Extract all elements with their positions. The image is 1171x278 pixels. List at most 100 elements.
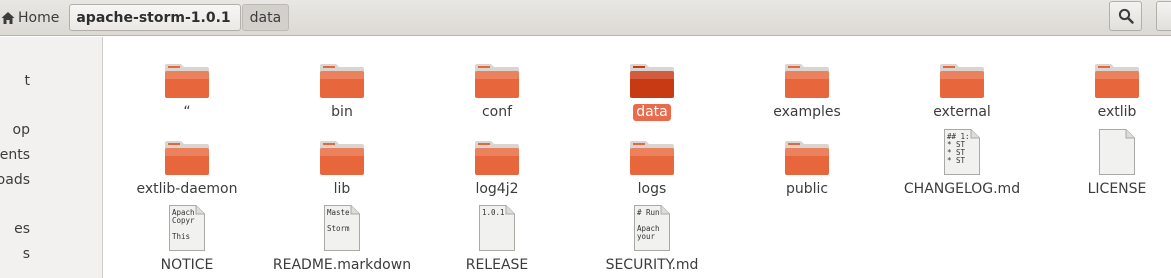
text-file-icon: ApachCopyrThis [169, 205, 205, 251]
folder-icon [785, 64, 829, 98]
folder-icon [630, 64, 674, 98]
folder-icon [940, 64, 984, 98]
sidebar-item-documents[interactable]: ments [0, 147, 30, 163]
file-item[interactable]: Maste Storm README.markdown [267, 202, 417, 274]
item-icon [317, 49, 367, 99]
item-icon [782, 49, 832, 99]
file-preview-line: Storm [327, 224, 350, 233]
folder-item[interactable]: extlib-daemon [112, 126, 262, 198]
text-file-icon: ## 1: * ST * ST * ST [944, 129, 980, 175]
item-label: extlib-daemon [136, 181, 238, 197]
item-icon [162, 126, 212, 176]
folder-icon [475, 64, 519, 98]
item-icon [317, 126, 367, 176]
file-preview-line: your [637, 232, 656, 241]
sidebar-item-downloads[interactable]: oads [0, 172, 30, 188]
text-file-icon: # RunApachyour [634, 205, 670, 251]
item-label: extlib [1097, 104, 1137, 120]
item-icon: # Run Apach your [627, 202, 677, 252]
breadcrumb-home-label: Home [18, 9, 60, 26]
item-label: “ [183, 104, 191, 120]
folder-icon [320, 141, 364, 175]
file-preview-line: # Run [637, 208, 660, 217]
item-label: SECURITY.md [605, 257, 699, 273]
file-item[interactable]: ## 1: * ST * ST * ST CHANGELOG.md [887, 126, 1037, 198]
folder-icon [320, 64, 364, 98]
sidebar-item-desktop[interactable]: op [13, 122, 30, 138]
breadcrumb-current-label: apache-storm-1.0.1 [76, 9, 231, 26]
breadcrumb-data-label: data [249, 9, 282, 26]
sidebar-item-label: t [24, 73, 31, 89]
folder-icon [1095, 64, 1139, 98]
breadcrumb-current[interactable]: apache-storm-1.0.1 [69, 4, 241, 31]
folder-item[interactable]: logs [577, 126, 727, 198]
breadcrumb-data[interactable]: data [241, 4, 290, 31]
item-icon [627, 126, 677, 176]
file-item[interactable]: Apach Copyr This NOTICE [112, 202, 262, 274]
sidebar-item-label: op [12, 122, 30, 138]
file-preview-line: Copyr [172, 216, 195, 225]
view-menu-button[interactable] [1156, 1, 1171, 31]
item-label: README.markdown [272, 257, 412, 273]
item-label: bin [331, 104, 353, 120]
file-preview-line: This [172, 232, 190, 241]
folder-icon [165, 64, 209, 98]
item-icon [1092, 49, 1142, 99]
item-label: CHANGELOG.md [903, 181, 1021, 197]
item-icon [782, 126, 832, 176]
item-icon [1092, 126, 1142, 176]
file-manager-window: Home apache-storm-1.0.1 data t op ments … [0, 0, 1171, 278]
file-item[interactable]: 1.0.1 RELEASE [422, 202, 572, 274]
breadcrumb-home[interactable]: Home [0, 4, 69, 31]
folder-item[interactable]: conf [422, 49, 572, 121]
sidebar-item-label: s [22, 246, 30, 262]
sidebar: t op ments oads es s [0, 37, 103, 278]
folder-item[interactable]: log4j2 [422, 126, 572, 198]
item-label: examples [773, 104, 841, 120]
search-icon [1118, 8, 1134, 24]
sidebar-item-recent[interactable]: t [25, 73, 31, 89]
item-icon [627, 49, 677, 99]
header-bar: Home apache-storm-1.0.1 data [0, 0, 1171, 36]
folder-item[interactable]: lib [267, 126, 417, 198]
file-item[interactable]: LICENSE [1042, 126, 1171, 198]
home-icon [1, 11, 15, 24]
file-grid: “ bin conf data examples external extlib extlib… [104, 37, 1171, 278]
folder-icon [630, 141, 674, 175]
folder-item[interactable]: “ [112, 49, 262, 121]
folder-item[interactable]: external [887, 49, 1037, 121]
search-button[interactable] [1109, 1, 1142, 31]
item-label: public [785, 181, 829, 197]
folder-item[interactable]: public [732, 126, 882, 198]
item-label: external [933, 104, 991, 120]
item-icon [937, 49, 987, 99]
item-label: data [633, 104, 671, 121]
file-item[interactable]: # Run Apach your SECURITY.md [577, 202, 727, 274]
sidebar-item-label: oads [0, 172, 30, 188]
sidebar-item-videos[interactable]: s [23, 246, 30, 262]
item-label: RELEASE [465, 257, 529, 273]
folder-item[interactable]: bin [267, 49, 417, 121]
item-label: log4j2 [475, 181, 519, 197]
item-icon: Maste Storm [317, 202, 367, 252]
folder-item[interactable]: extlib [1042, 49, 1171, 121]
file-preview-line: 1.0.1 [482, 208, 505, 217]
item-label: lib [333, 181, 351, 197]
item-icon [472, 126, 522, 176]
item-icon: 1.0.1 [472, 202, 522, 252]
item-label: NOTICE [160, 257, 214, 273]
text-file-icon: 1.0.1 [479, 205, 515, 251]
item-label: logs [637, 181, 667, 197]
item-icon: Apach Copyr This [162, 202, 212, 252]
item-label: LICENSE [1087, 181, 1147, 197]
breadcrumb: Home apache-storm-1.0.1 data [0, 4, 290, 31]
folder-icon [165, 141, 209, 175]
item-icon [162, 49, 212, 99]
sidebar-item-label: es [14, 221, 30, 237]
folder-item[interactable]: examples [732, 49, 882, 121]
sidebar-item-label: ments [0, 147, 30, 163]
item-label: conf [481, 104, 513, 120]
folder-item[interactable]: data [577, 49, 727, 121]
sidebar-item-pictures[interactable]: es [14, 221, 30, 237]
folder-icon [785, 141, 829, 175]
